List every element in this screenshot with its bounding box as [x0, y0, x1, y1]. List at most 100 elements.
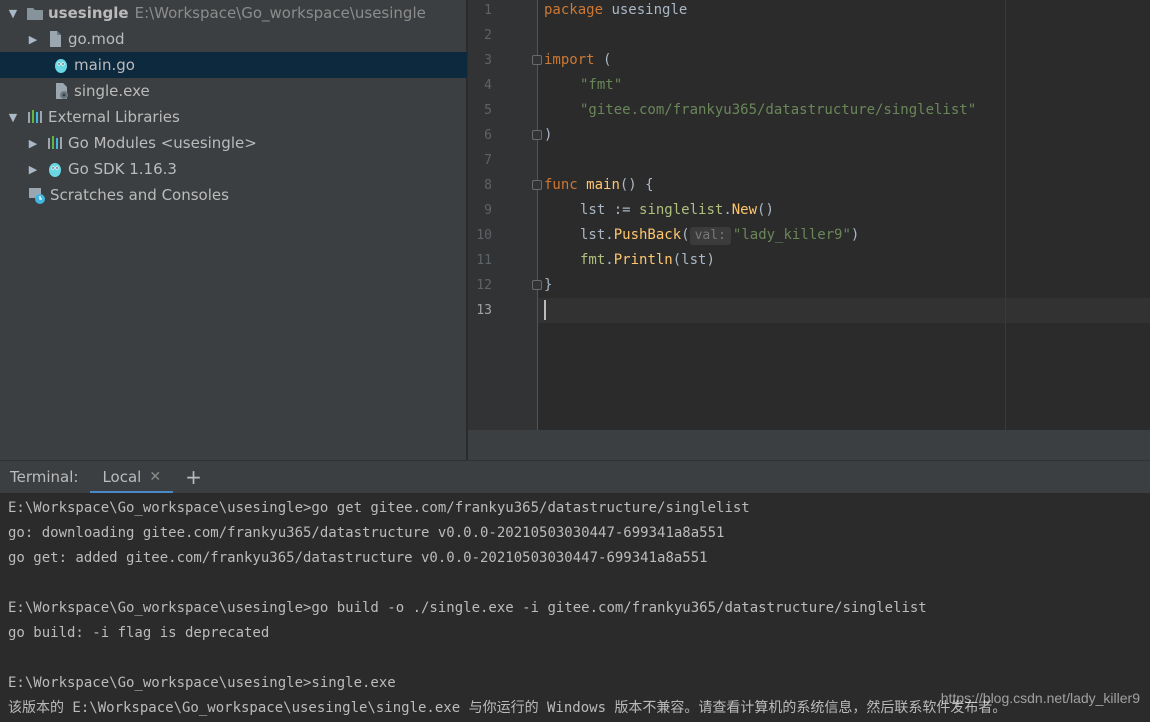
code-line-5: "gitee.com/frankyu365/datastructure/sing… [580, 98, 976, 123]
right-margin-guide [1005, 0, 1006, 430]
code-line-8: func main() { [544, 173, 654, 198]
function-name: New [731, 202, 758, 218]
code-text: usesingle [603, 2, 688, 18]
watermark-text: https://blog.csdn.net/lady_killer9 [940, 690, 1140, 706]
tree-item-go-mod[interactable]: ▶ go.mod [0, 26, 467, 52]
keyword: func [544, 177, 578, 193]
string-literal: "gitee.com/frankyu365/datastructure/sing… [580, 102, 977, 118]
tree-external-libraries[interactable]: ▼ External Libraries [0, 104, 467, 130]
code-text: . [723, 202, 732, 218]
line-number: 13 [476, 303, 492, 318]
fold-marker-icon[interactable] [532, 280, 542, 290]
code-text: (lst) [672, 252, 715, 268]
terminal-line: go build: -i flag is deprecated [8, 625, 270, 641]
code-line-4: "fmt" [580, 73, 622, 98]
terminal-line: go get: added gitee.com/frankyu365/datas… [8, 550, 708, 566]
line-number: 3 [484, 53, 492, 68]
parameter-hint: val: [689, 227, 731, 245]
terminal-title: Terminal: [10, 468, 79, 486]
executable-file-icon [52, 82, 70, 100]
library-icon [26, 108, 44, 126]
library-icon [46, 134, 64, 152]
string-literal: "fmt" [580, 77, 623, 93]
line-number: 2 [484, 28, 492, 43]
line-number: 10 [476, 228, 492, 243]
fold-marker-icon[interactable] [532, 55, 542, 65]
current-line-highlight [538, 298, 1150, 323]
fold-marker-icon[interactable] [532, 130, 542, 140]
code-line-6: ) [544, 123, 552, 148]
code-line-3: import ( [544, 48, 611, 73]
terminal-line: E:\Workspace\Go_workspace\usesingle>go b… [8, 600, 927, 616]
tree-root-path: E:\Workspace\Go_workspace\usesingle [134, 4, 426, 22]
code-text: ( [594, 52, 612, 68]
scratches-icon [28, 186, 46, 204]
function-name: main [586, 177, 620, 193]
code-text: . [605, 252, 614, 268]
tree-item-label: Go Modules <usesingle> [68, 134, 257, 152]
chevron-right-icon[interactable]: ▶ [26, 163, 40, 176]
tree-item-label: go.mod [68, 30, 125, 48]
keyword: import [544, 52, 595, 68]
code-line-10: lst.PushBack(val: "lady_killer9") [580, 223, 859, 248]
terminal-line: 该版本的 E:\Workspace\Go_workspace\usesingle… [8, 700, 1007, 716]
string-literal: "lady_killer9" [732, 227, 851, 243]
code-text: ) [850, 227, 860, 243]
line-number: 9 [484, 203, 492, 218]
line-number: 5 [484, 103, 492, 118]
function-name: Println [613, 252, 673, 268]
text-caret [544, 300, 546, 320]
tree-item-label: External Libraries [48, 108, 180, 126]
code-line-1: package usesingle [544, 0, 687, 23]
chevron-down-icon[interactable]: ▼ [6, 111, 20, 124]
terminal-line: E:\Workspace\Go_workspace\usesingle>go g… [8, 500, 750, 516]
gopher-icon [52, 56, 70, 74]
code-line-9: lst := singlelist.New() [580, 198, 774, 223]
close-icon[interactable]: ✕ [149, 469, 161, 485]
project-tool-window: ▼ usesingle E:\Workspace\Go_workspace\us… [0, 0, 467, 460]
code-text: lst. [580, 227, 614, 243]
line-number: 7 [484, 153, 492, 168]
package-name: fmt [580, 252, 606, 268]
line-number: 1 [484, 3, 492, 18]
code-text: } [544, 277, 553, 293]
editor-breadcrumb-bar [468, 430, 1150, 460]
tree-root-usesingle[interactable]: ▼ usesingle E:\Workspace\Go_workspace\us… [0, 0, 467, 26]
line-number: 12 [476, 278, 492, 293]
file-icon [46, 30, 64, 48]
line-number: 6 [484, 128, 492, 143]
tree-item-label: main.go [74, 56, 135, 74]
folder-icon [26, 4, 44, 22]
code-text: () { [619, 177, 654, 193]
fold-marker-icon[interactable] [532, 180, 542, 190]
code-text: ) [544, 127, 553, 143]
line-number: 11 [476, 253, 492, 268]
code-text: ( [681, 227, 690, 243]
tree-item-single-exe[interactable]: single.exe [0, 78, 467, 104]
keyword: package [544, 2, 604, 18]
add-icon[interactable]: + [185, 465, 202, 489]
terminal-line: E:\Workspace\Go_workspace\usesingle>sing… [8, 675, 396, 691]
code-text: () [757, 202, 774, 218]
tree-item-label: single.exe [74, 82, 150, 100]
tree-scratches[interactable]: Scratches and Consoles [0, 182, 467, 208]
chevron-right-icon[interactable]: ▶ [26, 33, 40, 46]
terminal-tab-local[interactable]: Local ✕ [90, 461, 174, 494]
line-number: 4 [484, 78, 492, 93]
code-editor[interactable]: 1 2 3 4 5 6 7 8 9 10 11 12 13 package us… [468, 0, 1150, 430]
tree-item-main-go[interactable]: main.go [0, 52, 467, 78]
chevron-right-icon[interactable]: ▶ [26, 137, 40, 150]
tree-item-label: Scratches and Consoles [50, 186, 229, 204]
package-name: singlelist [639, 202, 724, 218]
terminal-header: Terminal: Local ✕ + [0, 460, 1150, 494]
code-line-12: } [544, 273, 552, 298]
function-name: PushBack [613, 227, 682, 243]
gopher-icon [46, 160, 64, 178]
terminal-output[interactable]: E:\Workspace\Go_workspace\usesingle>go g… [0, 493, 1150, 722]
terminal-tab-label: Local [102, 468, 142, 486]
tree-go-modules[interactable]: ▶ Go Modules <usesingle> [0, 130, 467, 156]
chevron-down-icon[interactable]: ▼ [6, 7, 20, 20]
tree-go-sdk[interactable]: ▶ Go SDK 1.16.3 [0, 156, 467, 182]
line-number: 8 [484, 178, 492, 193]
tree-item-label: Go SDK 1.16.3 [68, 160, 177, 178]
